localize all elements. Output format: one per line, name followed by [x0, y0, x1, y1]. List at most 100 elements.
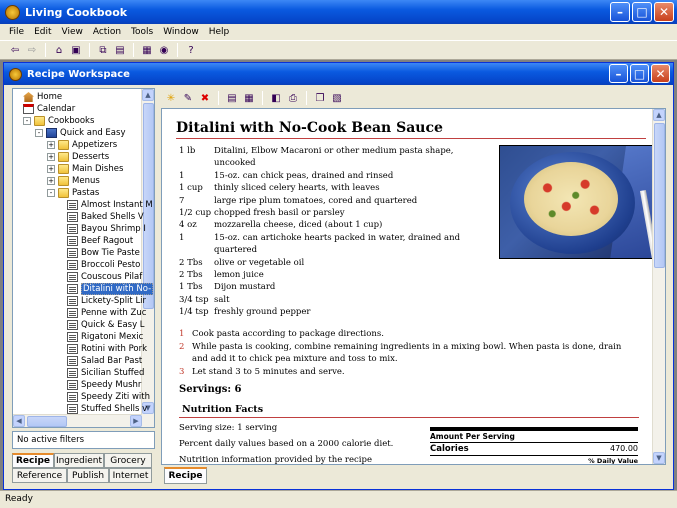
- app-title-bar: Living Cookbook – □ ✕: [0, 0, 677, 24]
- menu-tools[interactable]: Tools: [126, 27, 158, 37]
- tree-item[interactable]: Sicilian Stuffed: [67, 367, 144, 379]
- collapse-icon[interactable]: -: [35, 129, 43, 137]
- print-icon[interactable]: ⎙: [286, 91, 300, 105]
- tree-item[interactable]: + Menus: [47, 175, 100, 187]
- menu-file[interactable]: File: [4, 27, 29, 37]
- child-title-bar: Recipe Workspace – □ ✕: [4, 63, 673, 85]
- expand-icon[interactable]: +: [47, 165, 55, 173]
- ingredient-description: large ripe plum tomatoes, cored and quar…: [214, 195, 418, 206]
- collapse-icon[interactable]: -: [47, 189, 55, 197]
- tab-reference[interactable]: Reference: [12, 468, 67, 483]
- scroll-right-icon[interactable]: ▶: [130, 415, 142, 427]
- doc-scroll-up-icon[interactable]: ▲: [653, 109, 665, 121]
- export-icon[interactable]: ▧: [330, 91, 344, 105]
- menu-action[interactable]: Action: [88, 27, 126, 37]
- tree-item[interactable]: + Desserts: [47, 151, 109, 163]
- child-maximize-button[interactable]: □: [630, 64, 649, 83]
- tree-item[interactable]: Lickety-Split Lir: [67, 295, 146, 307]
- cookbook-tree[interactable]: ▲ ▼ ◀ ▶ Home Calendar - Cookbooks - Quick and…: [12, 88, 155, 428]
- tab-recipe[interactable]: Recipe: [12, 453, 54, 468]
- tile-icon[interactable]: ▤: [113, 43, 127, 57]
- tree-item[interactable]: Quick & Easy L: [67, 319, 145, 331]
- tree-item[interactable]: - Quick and Easy: [35, 127, 125, 139]
- tree-item[interactable]: Ditalini with No-: [67, 283, 154, 295]
- recipe-settings-icon[interactable]: ▦: [242, 91, 256, 105]
- child-minimize-button[interactable]: –: [609, 64, 628, 83]
- tree-item[interactable]: Stuffed Shells v: [67, 403, 147, 415]
- help-icon[interactable]: ?: [184, 43, 198, 57]
- tree-item[interactable]: Almost Instant M: [67, 199, 153, 211]
- expand-icon[interactable]: +: [47, 153, 55, 161]
- tree-hscroll-thumb[interactable]: [27, 416, 67, 427]
- tree-item[interactable]: Beef Ragout: [67, 235, 133, 247]
- collapse-icon[interactable]: -: [23, 117, 31, 125]
- tab-internet[interactable]: Internet: [109, 468, 152, 483]
- step-number: 2: [179, 341, 185, 352]
- recipe-properties-icon[interactable]: ▤: [225, 91, 239, 105]
- cascade-icon[interactable]: ⧉: [96, 43, 110, 57]
- tree-item[interactable]: Calendar: [23, 103, 75, 115]
- menu-window[interactable]: Window: [158, 27, 204, 37]
- nutrition-row: Calories 470.00: [430, 443, 638, 456]
- properties-icon[interactable]: ▦: [140, 43, 154, 57]
- close-button[interactable]: ✕: [654, 2, 674, 22]
- tab-publish[interactable]: Publish: [67, 468, 109, 483]
- tree-item[interactable]: Couscous Pilaf: [67, 271, 142, 283]
- scroll-left-icon[interactable]: ◀: [13, 415, 25, 427]
- minimize-button[interactable]: –: [610, 2, 630, 22]
- expand-icon[interactable]: +: [47, 141, 55, 149]
- tree-item[interactable]: + Main Dishes: [47, 163, 123, 175]
- ingredient-quantity: 1 cup: [179, 183, 203, 194]
- doc-scroll-thumb[interactable]: [654, 123, 665, 268]
- menu-help[interactable]: Help: [204, 27, 235, 37]
- maximize-button[interactable]: □: [632, 2, 652, 22]
- print-preview-icon[interactable]: ◧: [269, 91, 283, 105]
- back-arrow-icon[interactable]: ⇦: [8, 43, 22, 57]
- forward-arrow-icon[interactable]: ⇨: [25, 43, 39, 57]
- find-binoculars-icon[interactable]: ◉: [157, 43, 171, 57]
- doc-icon: [67, 200, 78, 210]
- recipe-document[interactable]: Ditalini with No-Cook Bean Sauce 1 lb Dit…: [161, 108, 666, 465]
- doc-scroll-down-icon[interactable]: ▼: [653, 452, 665, 464]
- tree-item[interactable]: Bow Tie Paste: [67, 247, 140, 259]
- scroll-up-icon[interactable]: ▲: [142, 89, 154, 101]
- tree-item[interactable]: Bayou Shrimp I: [67, 223, 146, 235]
- ingredient-description: thinly sliced celery hearts, with leaves: [214, 183, 380, 194]
- tab-recipe-document[interactable]: Recipe: [164, 467, 207, 484]
- tab-grocery[interactable]: Grocery: [104, 453, 152, 468]
- tree-horizontal-scrollbar[interactable]: ◀ ▶: [13, 414, 142, 427]
- tree-item[interactable]: Baked Shells V: [67, 211, 144, 223]
- ingredient-description: Ditalini, Elbow Macaroni or other medium…: [214, 146, 454, 156]
- tree-item[interactable]: Rotini with Pork: [67, 343, 147, 355]
- delete-icon[interactable]: ✖: [198, 91, 212, 105]
- new-recipe-icon[interactable]: ✳: [164, 91, 178, 105]
- tree-item[interactable]: Penne with Zuc: [67, 307, 146, 319]
- menu-edit[interactable]: Edit: [29, 27, 56, 37]
- copy-icon[interactable]: ❐: [313, 91, 327, 105]
- tree-item[interactable]: Salad Bar Past: [67, 355, 142, 367]
- tree-item[interactable]: Rigatoni Mexic: [67, 331, 143, 343]
- home-icon[interactable]: ⌂: [52, 43, 66, 57]
- doc-icon: [67, 320, 78, 330]
- main-toolbar: ⇦ ⇨ ⌂ ▣ ⧉ ▤ ▦ ◉ ?: [0, 40, 677, 60]
- toolbar-separator: [218, 91, 219, 105]
- edit-pencil-icon[interactable]: ✎: [181, 91, 195, 105]
- tree-item[interactable]: + Appetizers: [47, 139, 117, 151]
- menu-view[interactable]: View: [57, 27, 88, 37]
- tab-ingredient[interactable]: Ingredient: [54, 453, 104, 468]
- menu-bar: File Edit View Action Tools Window Help: [0, 24, 677, 40]
- tree-item-label: Ditalini with No-: [81, 283, 154, 295]
- tree-item[interactable]: Broccoli Pesto: [67, 259, 140, 271]
- toolbar-separator: [89, 43, 90, 57]
- document-vertical-scrollbar[interactable]: ▲ ▼: [652, 109, 665, 464]
- expand-icon[interactable]: +: [47, 177, 55, 185]
- window-icon[interactable]: ▣: [69, 43, 83, 57]
- tree-item-label: Main Dishes: [72, 164, 124, 174]
- tree-item[interactable]: - Cookbooks: [23, 115, 94, 127]
- child-close-button[interactable]: ✕: [651, 64, 670, 83]
- tree-item[interactable]: Speedy Mushr: [67, 379, 141, 391]
- tree-item[interactable]: Home: [23, 91, 62, 103]
- tree-item[interactable]: Speedy Ziti with: [67, 391, 150, 403]
- nutrition-table: Amount Per Serving Calories 470.00 % Dail…: [430, 427, 638, 464]
- tree-item[interactable]: - Pastas: [47, 187, 99, 199]
